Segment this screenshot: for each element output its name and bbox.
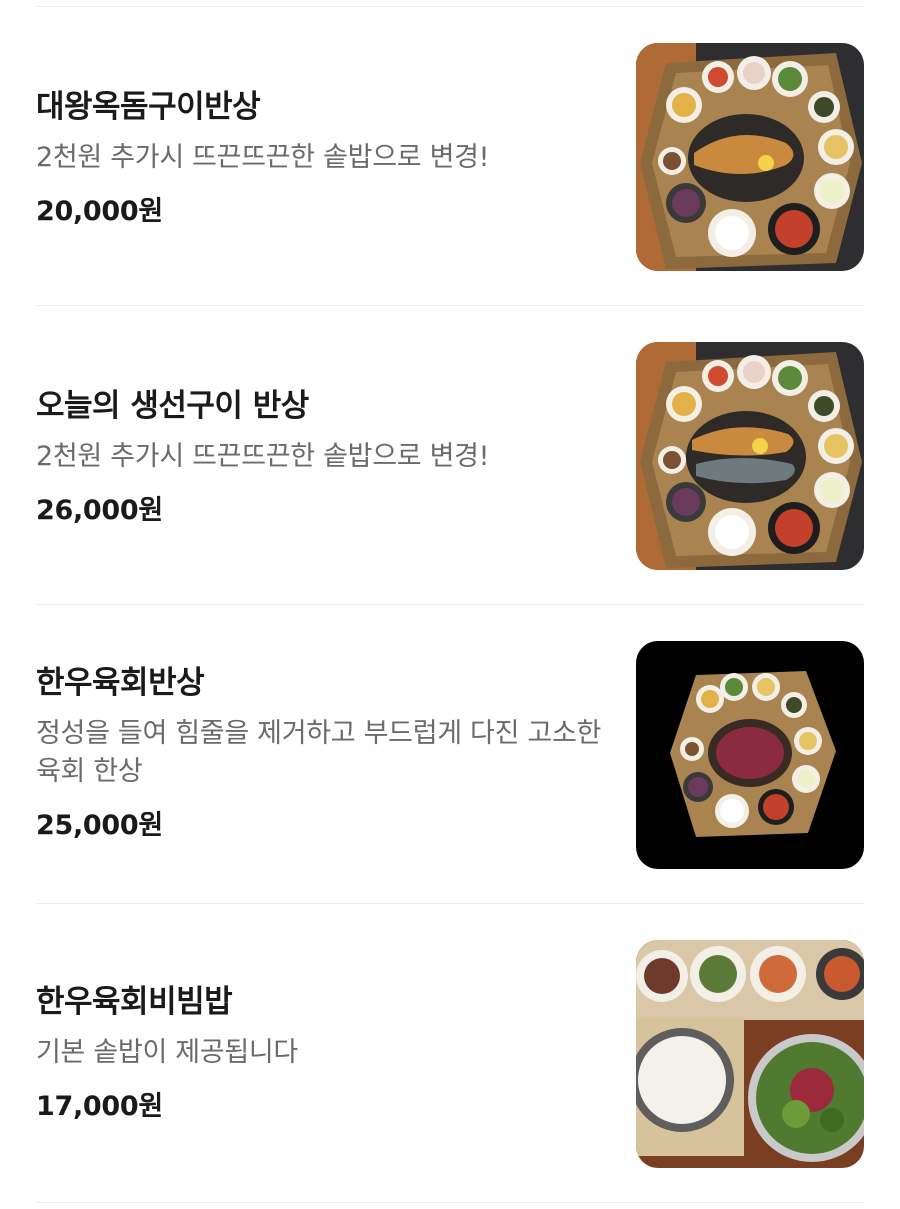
menu-item-name: 오늘의 생선구이 반상 [36, 388, 309, 424]
menu-item-description: 기본 솥밥이 제공됩니다 [36, 1037, 298, 1068]
menu-item-photo[interactable] [636, 342, 864, 570]
menu-item-description: 정성을 들여 힘줄을 제거하고 부드럽게 다진 고소한 육회 한상 [36, 718, 602, 787]
menu-item-text: 한우육회비빔밥 기본 솥밥이 제공됩니다 17,000원 [36, 982, 606, 1123]
menu-item-description: 2천원 추가시 뜨끈뜨끈한 솥밥으로 변경! [36, 142, 490, 173]
menu-item-name: 한우육회비빔밥 [36, 984, 233, 1020]
menu-item-fish-set[interactable]: 오늘의 생선구이 반상 2천원 추가시 뜨끈뜨끈한 솥밥으로 변경! 26,00… [36, 306, 864, 604]
menu-list: 대왕옥돔구이반상 2천원 추가시 뜨끈뜨끈한 솥밥으로 변경! 20,000원 [36, 0, 864, 1203]
menu-item-text: 대왕옥돔구이반상 2천원 추가시 뜨끈뜨끈한 솥밥으로 변경! 20,000원 [36, 87, 606, 228]
menu-item-text: 오늘의 생선구이 반상 2천원 추가시 뜨끈뜨끈한 솥밥으로 변경! 26,00… [36, 386, 606, 527]
menu-item-price: 20,000원 [36, 196, 163, 227]
menu-item-description: 2천원 추가시 뜨끈뜨끈한 솥밥으로 변경! [36, 441, 490, 472]
menu-item-okdom-set[interactable]: 대왕옥돔구이반상 2천원 추가시 뜨끈뜨끈한 솥밥으로 변경! 20,000원 [36, 7, 864, 305]
menu-item-price: 17,000원 [36, 1091, 163, 1122]
menu-item-yukhoe-bibimbap[interactable]: 한우육회비빔밥 기본 솥밥이 제공됩니다 17,000원 [36, 904, 864, 1202]
menu-item-photo[interactable] [636, 940, 864, 1168]
menu-item-yukhoe-set[interactable]: 한우육회반상 정성을 들여 힘줄을 제거하고 부드럽게 다진 고소한 육회 한상… [36, 605, 864, 903]
menu-item-text: 한우육회반상 정성을 들여 힘줄을 제거하고 부드럽게 다진 고소한 육회 한상… [36, 663, 606, 842]
menu-item-name: 대왕옥돔구이반상 [36, 89, 261, 125]
menu-item-price: 26,000원 [36, 495, 163, 526]
menu-item-price: 25,000원 [36, 810, 163, 841]
divider [36, 1202, 864, 1203]
menu-item-name: 한우육회반상 [36, 665, 205, 701]
menu-item-photo[interactable] [636, 43, 864, 271]
menu-item-photo[interactable] [636, 641, 864, 869]
